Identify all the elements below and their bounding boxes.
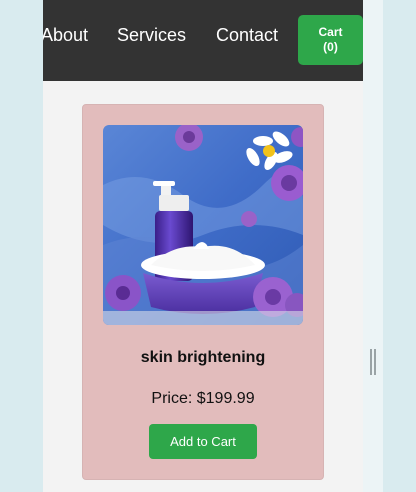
nav-link-about[interactable]: About xyxy=(43,24,88,46)
product-price: Price: $199.99 xyxy=(151,390,255,407)
product-card: skin brightening Price: $199.99 Add to C… xyxy=(82,104,324,480)
navbar: About Services Contact Cart (0) xyxy=(43,0,363,81)
side-pane xyxy=(363,0,383,492)
page-viewport: About Services Contact Cart (0) skin bri… xyxy=(43,0,363,492)
resize-handle-icon[interactable] xyxy=(370,349,376,375)
product-name: skin brightening xyxy=(140,349,266,366)
cart-count: (0) xyxy=(323,40,338,54)
cart-button[interactable]: Cart (0) xyxy=(298,15,363,65)
add-to-cart-button[interactable]: Add to Cart xyxy=(149,424,257,459)
nav-link-services[interactable]: Services xyxy=(117,24,186,46)
product-image[interactable] xyxy=(103,125,303,325)
nav-link-contact[interactable]: Contact xyxy=(216,24,278,46)
cart-label: Cart xyxy=(318,25,343,39)
